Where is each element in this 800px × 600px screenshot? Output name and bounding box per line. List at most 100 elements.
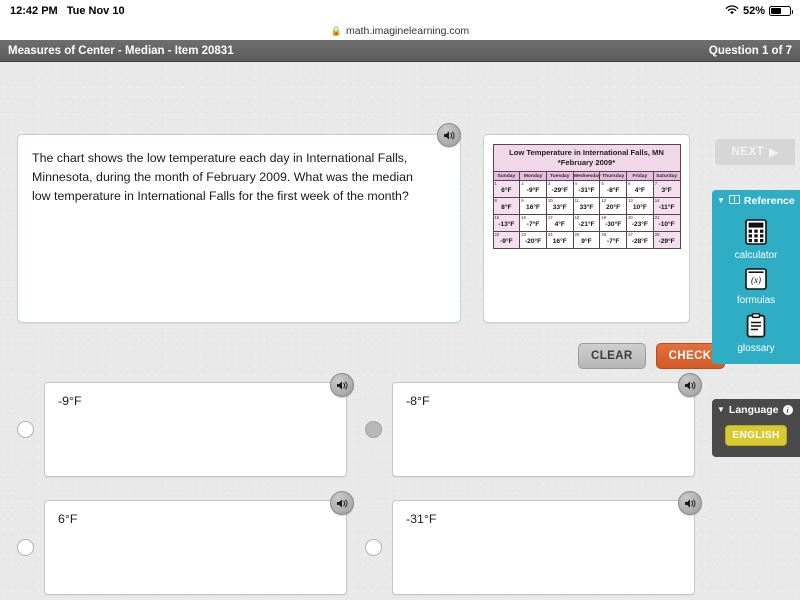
stem-speaker-icon[interactable] [437,123,461,147]
option-c-speaker-icon[interactable] [330,491,354,515]
answer-radio-c[interactable] [17,539,34,556]
status-date: Tue Nov 10 [66,5,125,17]
calendar-header-tuesday: Tuesday [545,171,574,182]
action-button-row: CLEAR CHECK [578,343,725,369]
book-icon [728,195,740,207]
language-panel[interactable]: ▼ Language i ENGLISH [712,399,800,457]
calendar-day-temperature: -9°F [500,238,513,246]
calendar-header-saturday: Saturday [652,171,681,182]
calendar-day-cell: 2 -9°F [519,180,547,199]
calendar-day-number: 26 [601,231,607,237]
calendar-week-row: 8 8°F 9 16°F 10 33°F 11 33°F 12 20°F 13 10°F 14 -11°F [492,197,681,216]
calendar-day-temperature: -8°F [606,187,620,195]
question-text: The chart shows the low temperature each… [32,151,413,204]
formulas-icon: (x) [745,268,767,293]
page-title: Measures of Center - Median - Item 20831 [8,44,234,57]
calendar-day-number: 8 [494,197,497,203]
calendar-day-cell: 1 6°F [492,180,521,199]
calendar-day-number: 15 [494,214,500,220]
language-panel-header[interactable]: ▼ Language i [712,399,800,421]
answer-option-d[interactable]: -31°F [365,491,702,595]
option-b-speaker-icon[interactable] [678,373,702,397]
calendar-header-thursday: Thursday [599,171,628,182]
answer-box-a[interactable]: -9°F [44,373,354,477]
calendar-day-cell: 23 -20°F [519,231,547,250]
calendar-day-cell: 20 -23°F [626,214,654,233]
calendar-week-row: 22 -9°F 23 -20°F 24 16°F 25 9°F 26 -7°F 27 -28°F 28-… [492,231,681,250]
calendar-day-temperature: -10°F [658,221,675,229]
chevron-down-icon[interactable]: ▼ [717,197,725,205]
chart-caption: Low Temperature in International Falls, … [492,144,681,172]
calendar-day-number: 6 [628,180,631,186]
calendar-day-temperature: 3°F [661,187,672,195]
option-d-speaker-icon[interactable] [678,491,702,515]
next-button-label: NEXT [731,146,765,158]
calendar-day-temperature: -30°F [605,221,622,229]
calendar-day-temperature: -21°F [578,221,595,229]
answer-option-b[interactable]: -8°F [365,373,702,477]
calculator-icon [745,219,767,248]
reference-item-glossary[interactable]: glossary [712,313,800,354]
calendar-day-number: 21 [654,214,660,220]
answer-option-c[interactable]: 6°F [17,491,354,595]
next-button[interactable]: NEXT ▶ [715,139,795,165]
calendar-day-number: 19 [601,214,607,220]
battery-icon [769,6,793,16]
reference-panel-header[interactable]: ▼ Reference [712,190,800,212]
language-english-button[interactable]: ENGLISH [725,425,787,446]
calendar-day-temperature: 10°F [632,204,647,212]
answer-box-b[interactable]: -8°F [392,373,702,477]
calendar-day-temperature: 20°F [606,204,621,212]
calendar-day-number: 5 [601,180,604,186]
reference-panel[interactable]: ▼ Reference calculator (x) formulas glos… [712,190,800,364]
calendar-header-friday: Friday [626,171,654,182]
calendar-day-cell: 25 9°F [572,231,601,250]
calendar-day-temperature: -13°F [498,221,515,229]
calendar-week-row: 15 -13°F 16 -7°F 17 4°F 18 -21°F 19 -30°F 20 -23°F 2… [492,214,681,233]
answer-radio-b[interactable] [365,421,382,438]
calendar-day-temperature: -28°F [631,238,648,246]
calendar-day-temperature: -29°F [551,187,568,195]
calendar-day-cell: 13 10°F [626,197,654,216]
info-icon[interactable]: i [782,405,793,415]
calendar-day-cell: 26 -7°F [599,231,628,250]
calendar-day-temperature: -7°F [606,238,620,246]
answer-radio-a[interactable] [17,421,34,438]
answer-radio-d[interactable] [365,539,382,556]
answer-box-d[interactable]: -31°F [392,491,702,595]
calendar-day-temperature: -31°F [578,187,595,195]
calendar-day-temperature: -29°F [658,238,675,246]
ios-status-bar: 12:42 PM Tue Nov 10 52% [0,0,800,22]
calendar-day-cell: 10 33°F [545,197,574,216]
calendar-day-cell: 8 8°F [492,197,521,216]
answer-label-b: -8°F [406,394,430,408]
calendar-day-number: 23 [521,231,526,237]
calendar-day-cell: 19 -30°F [599,214,628,233]
answer-box-c[interactable]: 6°F [44,491,354,595]
calendar-day-cell: 15 -13°F [492,214,521,233]
calendar-day-temperature: 16°F [552,238,567,246]
calendar-day-cell: 3 -29°F [545,180,574,199]
calendar-week-row: 1 6°F 2 -9°F 3 -29°F 4 -31°F 5 -8°F 6 4°F 7 3°F [492,180,681,199]
calendar-day-cell: 21 -10°F [652,214,681,233]
answer-option-a[interactable]: -9°F [17,373,354,477]
calendar-day-cell: 9 16°F [519,197,547,216]
reference-item-calculator[interactable]: calculator [712,219,800,261]
calendar-day-temperature: -23°F [631,221,648,229]
clear-button[interactable]: CLEAR [578,343,646,369]
option-a-speaker-icon[interactable] [330,373,354,397]
calendar-day-cell: 4 -31°F [572,180,601,199]
chevron-down-icon-language[interactable]: ▼ [717,406,725,414]
reference-item-formulas[interactable]: (x) formulas [712,268,800,306]
svg-text:(x): (x) [751,275,761,285]
chart-title: Low Temperature in International Falls, … [509,148,664,157]
calendar-day-cell: 7 3°F [652,180,681,199]
reference-label: Reference [743,195,795,207]
calendar-header-wednesday: Wednesday [572,171,601,182]
browser-url-bar[interactable]: 🔒 math.imaginelearning.com [0,22,800,40]
calendar-day-temperature: -20°F [524,238,542,246]
calendar-day-cell: 16 -7°F [519,214,547,233]
calendar-header-monday: Monday [519,171,547,182]
url-text: math.imaginelearning.com [346,25,470,37]
reference-label-calculator: calculator [734,250,778,261]
